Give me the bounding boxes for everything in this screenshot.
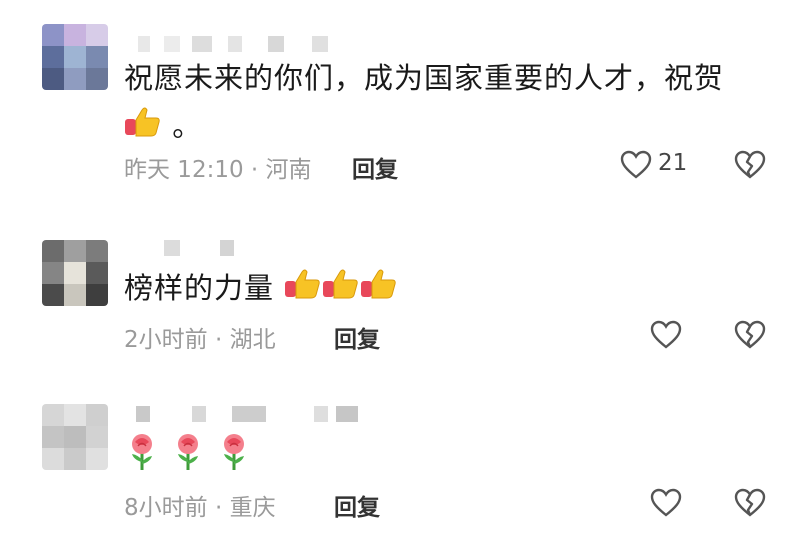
- meta-separator: ·: [243, 157, 266, 183]
- reply-button[interactable]: 回复: [352, 150, 398, 184]
- comment-time: 8小时前: [124, 495, 208, 521]
- thumbs-up-emoji: [322, 267, 360, 313]
- avatar[interactable]: [42, 24, 108, 90]
- reply-button[interactable]: 回复: [334, 320, 380, 354]
- comment-location: 河南: [265, 157, 312, 183]
- broken-heart-icon[interactable]: [734, 320, 766, 350]
- thumbs-up-emoji: [124, 105, 162, 151]
- heart-outline-icon[interactable]: [650, 320, 682, 350]
- comment-meta: 8小时前 · 重庆: [124, 488, 276, 522]
- avatar[interactable]: [42, 404, 108, 470]
- comment-location: 湖北: [229, 327, 276, 353]
- comment-text: 祝愿未来的你们，成为国家重要的人才，祝贺: [124, 56, 724, 100]
- meta-separator: ·: [207, 327, 230, 353]
- comment-text-tail: 。: [172, 109, 203, 143]
- heart-outline-icon[interactable]: [650, 488, 682, 518]
- heart-outline-icon[interactable]: [620, 150, 652, 180]
- meta-separator: ·: [207, 495, 230, 521]
- reply-button[interactable]: 回复: [334, 488, 380, 522]
- comment-text-content: 祝愿未来的你们，成为国家重要的人才，祝贺: [124, 61, 725, 95]
- rose-emoji: [216, 432, 252, 484]
- comment-text: [124, 432, 252, 484]
- comment-time: 昨天 12:10: [124, 157, 244, 183]
- comment-meta: 昨天 12:10 · 河南: [124, 150, 312, 184]
- thumbs-up-emoji: [360, 267, 398, 313]
- avatar[interactable]: [42, 240, 108, 306]
- thumbs-up-emoji: [284, 267, 322, 313]
- comment-text-line2: 。: [124, 104, 202, 151]
- comment-time: 2小时前: [124, 327, 208, 353]
- like-count: 21: [658, 150, 688, 176]
- broken-heart-icon[interactable]: [734, 488, 766, 518]
- comment-text: 榜样的力量: [124, 266, 398, 313]
- rose-emoji: [170, 432, 206, 484]
- rose-emoji: [124, 432, 160, 484]
- comment-text-content: 榜样的力量: [124, 271, 275, 305]
- comment-meta: 2小时前 · 湖北: [124, 320, 276, 354]
- broken-heart-icon[interactable]: [734, 150, 766, 180]
- comment-location: 重庆: [229, 495, 276, 521]
